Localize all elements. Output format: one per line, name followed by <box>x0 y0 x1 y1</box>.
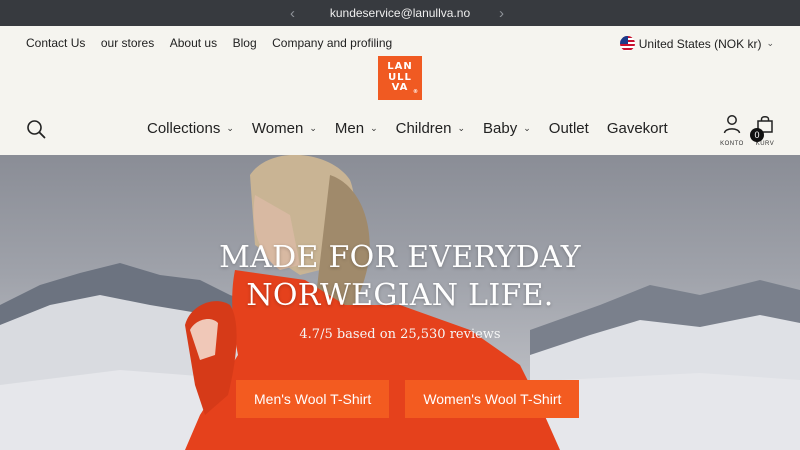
nav-label: Gavekort <box>606 120 668 137</box>
nav-item-outlet[interactable]: Outlet <box>549 120 589 137</box>
nav-menu: Collections ⌄ Women ⌄ Men ⌄ Children ⌄ B… <box>147 120 668 137</box>
chevron-right-icon[interactable]: › <box>499 0 504 26</box>
nav-item-collections[interactable]: Collections ⌄ <box>147 120 234 137</box>
chevron-down-icon: ⌄ <box>370 123 378 133</box>
nav-item-gavekort[interactable]: Gavekort <box>607 120 668 137</box>
review-rating: 4.7/5 based on 25,530 reviews <box>299 327 501 342</box>
account-label: KONTO <box>720 141 744 147</box>
search-icon[interactable] <box>26 119 46 139</box>
announcement-text[interactable]: kundeservice@lanullva.no <box>330 6 470 20</box>
hero-text: MADE FOR EVERYDAY NORWEGIAN LIFE. 4.7/5 … <box>0 239 800 342</box>
utility-bar: Contact Us our stores About us Blog Comp… <box>0 26 800 60</box>
nav-item-women[interactable]: Women ⌄ <box>252 120 317 137</box>
logo-registered-mark: ® <box>413 88 419 95</box>
cart-button[interactable]: 0 KURV <box>750 114 778 147</box>
blog-link[interactable]: Blog <box>233 36 257 50</box>
main-navigation: Collections ⌄ Women ⌄ Men ⌄ Children ⌄ B… <box>0 110 800 154</box>
hero-buttons: Men's Wool T-Shirt Women's Wool T-Shirt <box>236 380 580 418</box>
us-flag-icon <box>619 36 635 51</box>
chevron-down-icon: ⌄ <box>226 123 234 133</box>
user-icon <box>723 115 741 134</box>
country-selector[interactable]: United States (NOK kr) ⌄ <box>619 36 774 51</box>
account-button[interactable]: KONTO <box>718 114 746 147</box>
logo-line-3: VA <box>391 82 409 94</box>
hero-banner: MADE FOR EVERYDAY NORWEGIAN LIFE. 4.7/5 … <box>0 155 800 450</box>
chevron-down-icon: ⌄ <box>309 123 317 133</box>
utility-links: Contact Us our stores About us Blog Comp… <box>26 36 408 50</box>
company-profiling-link[interactable]: Company and profiling <box>272 36 392 50</box>
hero-title-line-2: NORWEGIAN LIFE. <box>246 278 554 313</box>
chevron-down-icon: ⌄ <box>523 123 531 133</box>
nav-label: Men <box>334 120 365 137</box>
nav-label: Outlet <box>548 120 589 137</box>
womens-wool-tshirt-button[interactable]: Women's Wool T-Shirt <box>405 380 580 418</box>
cart-count-badge: 0 <box>750 128 764 142</box>
nav-item-baby[interactable]: Baby ⌄ <box>483 120 531 137</box>
about-us-link[interactable]: About us <box>170 36 217 50</box>
nav-item-children[interactable]: Children ⌄ <box>396 120 465 137</box>
contact-us-link[interactable]: Contact Us <box>26 36 85 50</box>
chevron-left-icon[interactable]: ‹ <box>290 0 295 26</box>
nav-label: Baby <box>483 120 518 137</box>
mens-wool-tshirt-button[interactable]: Men's Wool T-Shirt <box>236 380 390 418</box>
country-label: United States (NOK kr) <box>638 36 762 51</box>
announcement-bar: ‹ kundeservice@lanullva.no › <box>0 0 800 26</box>
brand-logo[interactable]: LAN ULL VA ® <box>378 56 422 100</box>
hero-title-line-1: MADE FOR EVERYDAY <box>219 240 581 275</box>
nav-label: Collections <box>147 120 221 137</box>
nav-label: Children <box>395 120 452 137</box>
chevron-down-icon: ⌄ <box>766 38 774 48</box>
nav-item-men[interactable]: Men ⌄ <box>335 120 378 137</box>
our-stores-link[interactable]: our stores <box>101 36 154 50</box>
nav-label: Women <box>251 120 304 137</box>
chevron-down-icon: ⌄ <box>457 123 466 133</box>
